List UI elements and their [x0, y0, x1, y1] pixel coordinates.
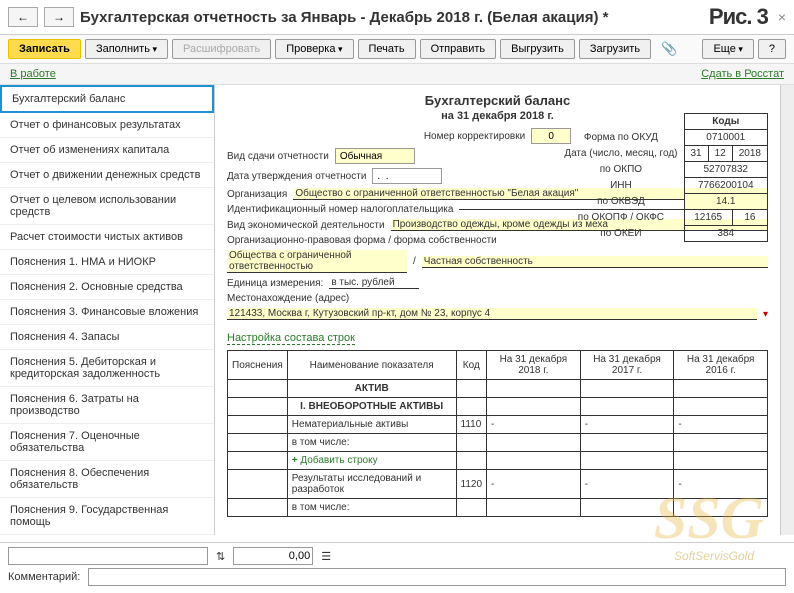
close-icon[interactable]: ×	[778, 9, 786, 25]
unit-value[interactable]: в тыс. рублей	[329, 277, 419, 289]
approve-date-label: Дата утверждения отчетности	[227, 171, 366, 182]
comment-input[interactable]	[88, 568, 786, 586]
fill-button[interactable]: Заполнить	[85, 39, 168, 59]
dropdown-icon[interactable]: ☰	[321, 550, 331, 563]
footer-search-input[interactable]	[8, 547, 208, 565]
unit-label: Единица измерения:	[227, 278, 323, 289]
content-area: Бухгалтерский баланс на 31 декабря 2018 …	[215, 85, 780, 535]
form-title: Бухгалтерский баланс	[227, 93, 768, 108]
decode-button: Расшифровать	[172, 39, 271, 59]
config-rows-link[interactable]: Настройка состава строк	[227, 332, 355, 345]
sidebar-item[interactable]: Пояснения 6. Затраты на производство	[0, 387, 214, 424]
org-label: Организация	[227, 189, 287, 200]
sidebar-item[interactable]: Пояснения 8. Обеспечения обязательств	[0, 461, 214, 498]
write-button[interactable]: Записать	[8, 39, 81, 59]
inn-label: Идентификационный номер налогоплательщик…	[227, 204, 453, 215]
footer-value[interactable]	[233, 547, 313, 565]
print-button[interactable]: Печать	[358, 39, 416, 59]
nav-icon[interactable]: ⇅	[216, 550, 225, 563]
help-button[interactable]: ?	[758, 39, 786, 59]
legal-form2[interactable]: Частная собственность	[422, 256, 768, 268]
sidebar-item[interactable]: Расчет стоимости чистых активов	[0, 225, 214, 250]
sidebar-item[interactable]: Пояснения 2. Основные средства	[0, 275, 214, 300]
activity-label: Вид экономической деятельности	[227, 220, 385, 231]
submit-type-input[interactable]	[335, 148, 415, 164]
sidebar-item[interactable]: Пояснения 3. Финансовые вложения	[0, 300, 214, 325]
submit-type-label: Вид сдачи отчетности	[227, 151, 329, 162]
sidebar-item[interactable]: Бухгалтерский баланс	[0, 85, 214, 113]
sidebar-item[interactable]: Пояснения 1. НМА и НИОКР	[0, 250, 214, 275]
attachment-icon[interactable]: 📎	[655, 41, 683, 57]
export-button[interactable]: Выгрузить	[500, 39, 575, 59]
window-title: Бухгалтерская отчетность за Январь - Дек…	[80, 9, 703, 26]
balance-table[interactable]: ПоясненияНаименование показателяКодНа 31…	[227, 350, 768, 517]
figure-label: Рис. 3	[709, 4, 768, 30]
comment-label: Комментарий:	[8, 571, 80, 583]
address-value[interactable]: 121433, Москва г, Кутузовский пр-кт, дом…	[227, 308, 757, 320]
codes-table: Коды Форма по ОКУД0710001 Дата (число, м…	[558, 113, 768, 242]
legal-form1[interactable]: Общества с ограниченной ответственностью	[227, 250, 407, 273]
import-button[interactable]: Загрузить	[579, 39, 651, 59]
address-label: Местонахождение (адрес)	[227, 293, 349, 304]
sidebar-item[interactable]: Пояснения 5. Дебиторская и кредиторская …	[0, 350, 214, 387]
forward-button[interactable]: →	[44, 7, 74, 27]
sidebar-item[interactable]: Пояснения 9. Государственная помощь	[0, 498, 214, 535]
sidebar-item[interactable]: Пояснения 4. Запасы	[0, 325, 214, 350]
sidebar-item[interactable]: Отчет о целевом использовании средств	[0, 188, 214, 225]
sidebar-item[interactable]: Отчет о движении денежных средств	[0, 163, 214, 188]
legal-form-label: Организационно-правовая форма / форма со…	[227, 235, 497, 246]
corr-num-label: Номер корректировки	[424, 131, 525, 142]
status-left[interactable]: В работе	[10, 68, 56, 80]
more-button[interactable]: Еще	[702, 39, 753, 59]
approve-date-input[interactable]	[372, 168, 442, 184]
sidebar: Бухгалтерский балансОтчет о финансовых р…	[0, 85, 215, 535]
sidebar-item[interactable]: Отчет об изменениях капитала	[0, 138, 214, 163]
sidebar-item[interactable]: Отчет о финансовых результатах	[0, 113, 214, 138]
sidebar-item[interactable]: Пояснения 7. Оценочные обязательства	[0, 424, 214, 461]
back-button[interactable]: ←	[8, 7, 38, 27]
check-button[interactable]: Проверка	[275, 39, 353, 59]
scrollbar[interactable]	[780, 85, 794, 535]
send-button[interactable]: Отправить	[420, 39, 497, 59]
status-right[interactable]: Сдать в Росстат	[701, 68, 784, 80]
